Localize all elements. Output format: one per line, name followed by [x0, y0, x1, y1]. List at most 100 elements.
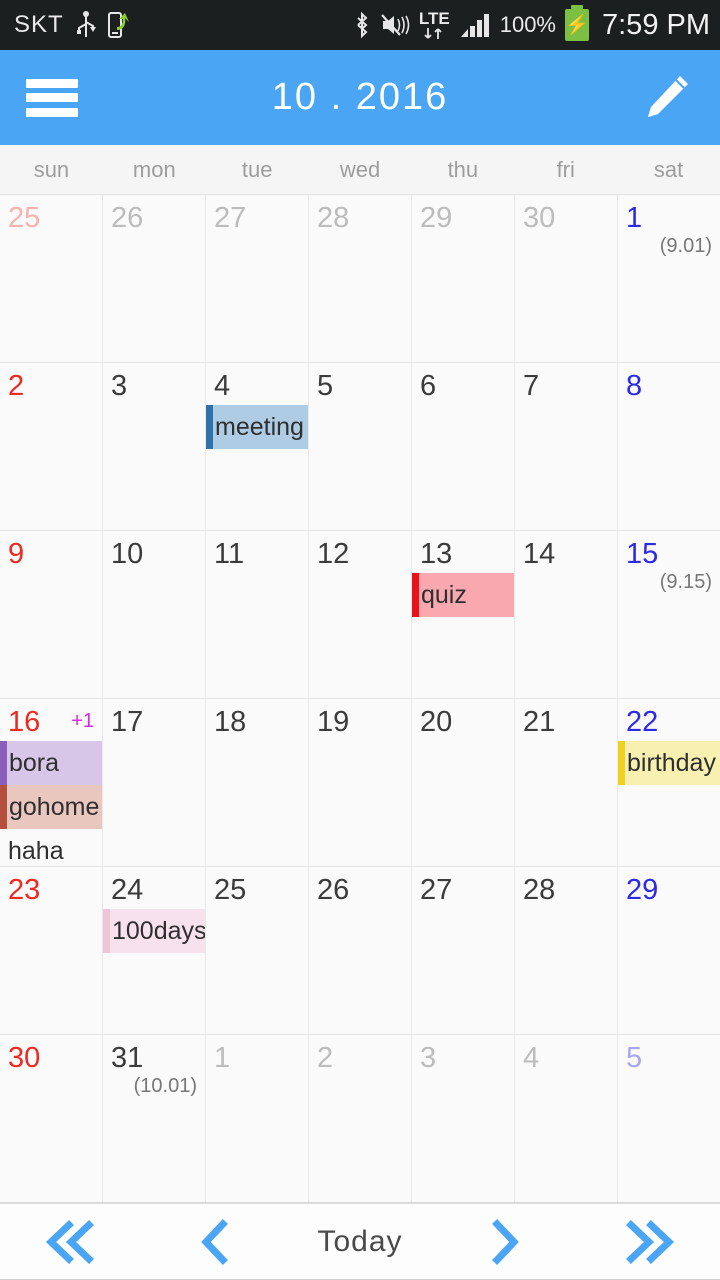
- calendar-day-cell[interactable]: 13 quiz: [412, 531, 515, 698]
- calendar-event[interactable]: 100days: [103, 909, 205, 953]
- day-number: 5: [317, 370, 334, 402]
- first-month-button[interactable]: [0, 1204, 144, 1279]
- calendar-day-cell[interactable]: 16 +1 bora gohome haha: [0, 699, 103, 866]
- day-number: 23: [8, 874, 41, 906]
- calendar-event[interactable]: birthday: [618, 741, 720, 785]
- event-title: haha: [8, 837, 64, 865]
- next-month-button[interactable]: [432, 1204, 576, 1279]
- carrier-label: SKT: [14, 11, 64, 38]
- day-number: 7: [523, 370, 540, 402]
- calendar-day-cell[interactable]: 9: [0, 531, 103, 698]
- calendar-day-cell[interactable]: 26: [309, 867, 412, 1034]
- day-number: 22: [626, 706, 659, 738]
- calendar-day-cell[interactable]: 2: [0, 363, 103, 530]
- day-number: 28: [317, 202, 350, 234]
- battery-percent-label: 100%: [499, 12, 556, 37]
- calendar-day-cell[interactable]: 15 (9.15): [618, 531, 720, 698]
- calendar-day-cell[interactable]: 28: [515, 867, 618, 1034]
- event-title: 100days: [112, 917, 205, 945]
- weekday-thu: thu: [447, 156, 479, 182]
- calendar-event[interactable]: meeting: [206, 405, 308, 449]
- calendar-day-cell[interactable]: 30: [0, 1035, 103, 1202]
- calendar-day-cell[interactable]: 5: [618, 1035, 720, 1202]
- calendar-day-cell[interactable]: 17: [103, 699, 206, 866]
- bluetooth-icon: [357, 11, 368, 39]
- battery-charging-icon: ⚡: [565, 5, 589, 41]
- calendar-day-cell[interactable]: 24 100days: [103, 867, 206, 1034]
- calendar-day-cell[interactable]: 14: [515, 531, 618, 698]
- prev-month-button[interactable]: [144, 1204, 288, 1279]
- calendar-day-cell[interactable]: 1 (9.01): [618, 195, 720, 362]
- calendar-day-cell[interactable]: 4 meeting: [206, 363, 309, 530]
- lunar-date-label: (9.15): [659, 571, 712, 593]
- day-number: 8: [626, 370, 643, 402]
- day-number: 3: [111, 370, 128, 402]
- calendar-day-cell[interactable]: 20: [412, 699, 515, 866]
- lte-label: LTE: [418, 9, 450, 28]
- status-bar: SKT LTE 100% ⚡ 7:59 PM: [0, 0, 720, 50]
- day-number: 4: [523, 1042, 540, 1074]
- calendar-day-cell[interactable]: 8: [618, 363, 720, 530]
- calendar-event[interactable]: quiz: [412, 573, 514, 617]
- calendar-day-cell[interactable]: 27: [206, 195, 309, 362]
- calendar-day-cell[interactable]: 30: [515, 195, 618, 362]
- app-header: 10 . 2016: [0, 50, 720, 145]
- day-number: 30: [8, 1042, 41, 1074]
- day-number: 25: [8, 202, 41, 234]
- calendar-day-cell[interactable]: 1: [206, 1035, 309, 1202]
- day-number: 14: [523, 538, 556, 570]
- event-color-bar: [618, 741, 625, 785]
- calendar-day-cell[interactable]: 12: [309, 531, 412, 698]
- calendar-day-cell[interactable]: 25: [206, 867, 309, 1034]
- calendar-day-cell[interactable]: 27: [412, 867, 515, 1034]
- event-title: quiz: [421, 581, 467, 609]
- calendar-day-cell[interactable]: 7: [515, 363, 618, 530]
- calendar-week-row: 16 +1 bora gohome haha 17 18 19 20 21 22 birthday: [0, 699, 720, 867]
- lunar-date-label: (10.01): [133, 1075, 197, 1097]
- calendar-event[interactable]: haha: [0, 829, 102, 866]
- lte-icon: LTE: [419, 10, 450, 40]
- calendar-day-cell[interactable]: 22 birthday: [618, 699, 720, 866]
- calendar-day-cell[interactable]: 29: [618, 867, 720, 1034]
- day-number: 26: [111, 202, 144, 234]
- calendar-event[interactable]: bora: [0, 741, 102, 785]
- lunar-date-label: (9.01): [659, 235, 712, 257]
- calendar-day-cell[interactable]: 6: [412, 363, 515, 530]
- calendar-day-cell[interactable]: 10: [103, 531, 206, 698]
- calendar-day-cell[interactable]: 25: [0, 195, 103, 362]
- day-number: 28: [523, 874, 556, 906]
- calendar-day-cell[interactable]: 23: [0, 867, 103, 1034]
- calendar-day-cell[interactable]: 4: [515, 1035, 618, 1202]
- day-number: 24: [111, 874, 144, 906]
- calendar-day-cell[interactable]: 31 (10.01): [103, 1035, 206, 1202]
- last-month-button[interactable]: [576, 1204, 720, 1279]
- calendar-day-cell[interactable]: 28: [309, 195, 412, 362]
- day-number: 2: [317, 1042, 334, 1074]
- calendar-day-cell[interactable]: 2: [309, 1035, 412, 1202]
- calendar-day-cell[interactable]: 29: [412, 195, 515, 362]
- pencil-icon[interactable]: [638, 70, 694, 126]
- calendar-day-cell[interactable]: 21: [515, 699, 618, 866]
- page-title: 10 . 2016: [271, 76, 449, 118]
- calendar-day-cell[interactable]: 3: [103, 363, 206, 530]
- calendar-week-row: 9 10 11 12 13 quiz 14 15 (9.15): [0, 531, 720, 699]
- calendar-day-cell[interactable]: 18: [206, 699, 309, 866]
- calendar-day-cell[interactable]: 5: [309, 363, 412, 530]
- day-events-list: birthday: [618, 741, 720, 785]
- calendar-day-cell[interactable]: 3: [412, 1035, 515, 1202]
- calendar-day-cell[interactable]: 26: [103, 195, 206, 362]
- hamburger-icon[interactable]: [26, 78, 78, 117]
- event-title: birthday: [627, 749, 716, 777]
- status-bar-right: LTE 100% ⚡ 7:59 PM: [353, 5, 710, 42]
- day-number: 5: [626, 1042, 643, 1074]
- day-number: 2: [8, 370, 25, 402]
- day-number: 16: [8, 706, 41, 738]
- day-number: 29: [420, 202, 453, 234]
- calendar-day-cell[interactable]: 19: [309, 699, 412, 866]
- today-button[interactable]: Today: [288, 1204, 432, 1279]
- day-number: 12: [317, 538, 350, 570]
- calendar-event[interactable]: gohome: [0, 785, 102, 829]
- calendar-day-cell[interactable]: 11: [206, 531, 309, 698]
- more-events-badge[interactable]: +1: [71, 710, 94, 733]
- day-number: 18: [214, 706, 247, 738]
